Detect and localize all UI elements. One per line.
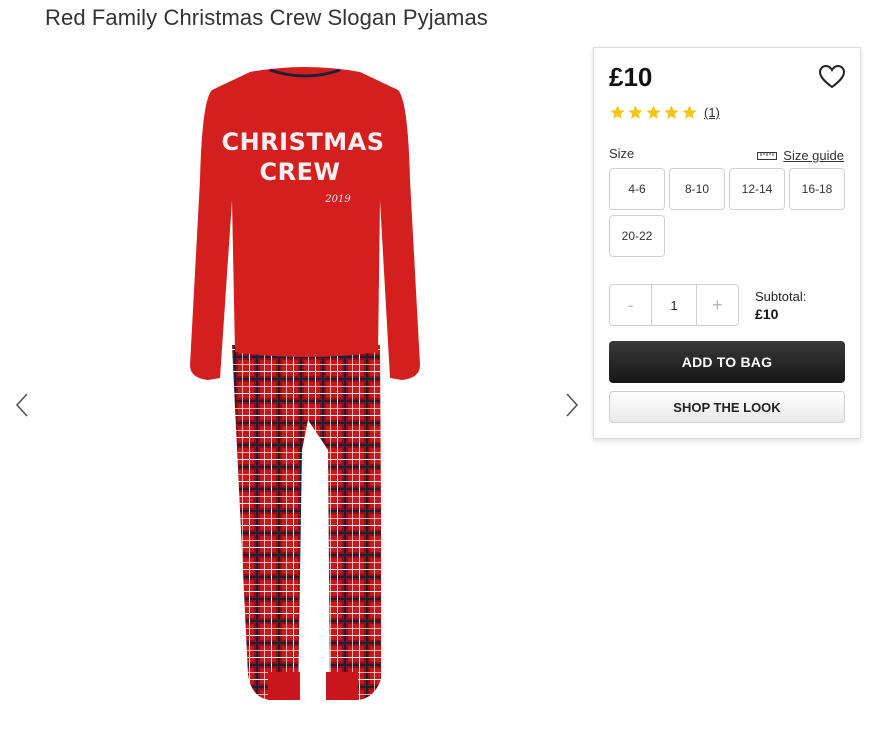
subtotal-value: £10 [755, 306, 779, 322]
size-options: 4-6 8-10 12-14 16-18 20-22 [609, 168, 849, 257]
star-icon [628, 105, 643, 119]
subtotal-label: Subtotal: [755, 289, 807, 304]
review-count-link[interactable]: (1) [704, 105, 720, 120]
subtotal: Subtotal: £10 [755, 289, 806, 322]
size-option-16-18[interactable]: 16-18 [789, 168, 845, 210]
size-option-20-22[interactable]: 20-22 [609, 215, 665, 257]
image-print-line1: CHRISTMAS [221, 128, 384, 156]
chevron-left-icon [15, 393, 28, 417]
rating-stars [609, 104, 698, 121]
quantity-increment-button[interactable]: + [697, 285, 738, 325]
star-icon [664, 105, 679, 119]
gallery-next-button[interactable] [560, 390, 584, 420]
size-guide-link[interactable]: Size guide [757, 148, 844, 163]
size-label: Size [609, 146, 635, 161]
product-price: £10 [609, 62, 653, 92]
size-option-4-6[interactable]: 4-6 [609, 168, 665, 210]
image-print-year: 2019 [324, 194, 351, 205]
product-title: Red Family Christmas Crew Slogan Pyjamas [45, 5, 488, 30]
quantity-stepper: - 1 + [609, 284, 739, 326]
quantity-decrement-button[interactable]: - [610, 285, 651, 325]
size-option-12-14[interactable]: 12-14 [729, 168, 785, 210]
star-icon [646, 105, 661, 119]
chevron-right-icon [566, 393, 579, 417]
product-rating: (1) [609, 104, 720, 121]
star-icon [682, 105, 697, 119]
size-guide-label: Size guide [783, 148, 844, 163]
ruler-icon [757, 151, 778, 160]
heart-outline-icon [818, 64, 846, 89]
product-gallery: CHRISTMAS CREW 2019 [0, 50, 590, 732]
quantity-input[interactable]: 1 [651, 285, 697, 325]
add-to-bag-button[interactable]: ADD TO BAG [609, 341, 845, 383]
star-icon [610, 105, 625, 119]
image-print-line2: CREW [260, 158, 341, 186]
buy-panel: £10 (1) Size Size guide 4-6 8-10 12-14 1… [593, 47, 861, 439]
gallery-prev-button[interactable] [10, 390, 34, 420]
size-option-8-10[interactable]: 8-10 [669, 168, 725, 210]
product-image: CHRISTMAS CREW 2019 [190, 67, 420, 700]
wishlist-button[interactable] [818, 64, 846, 90]
shop-the-look-button[interactable]: SHOP THE LOOK [609, 391, 845, 423]
